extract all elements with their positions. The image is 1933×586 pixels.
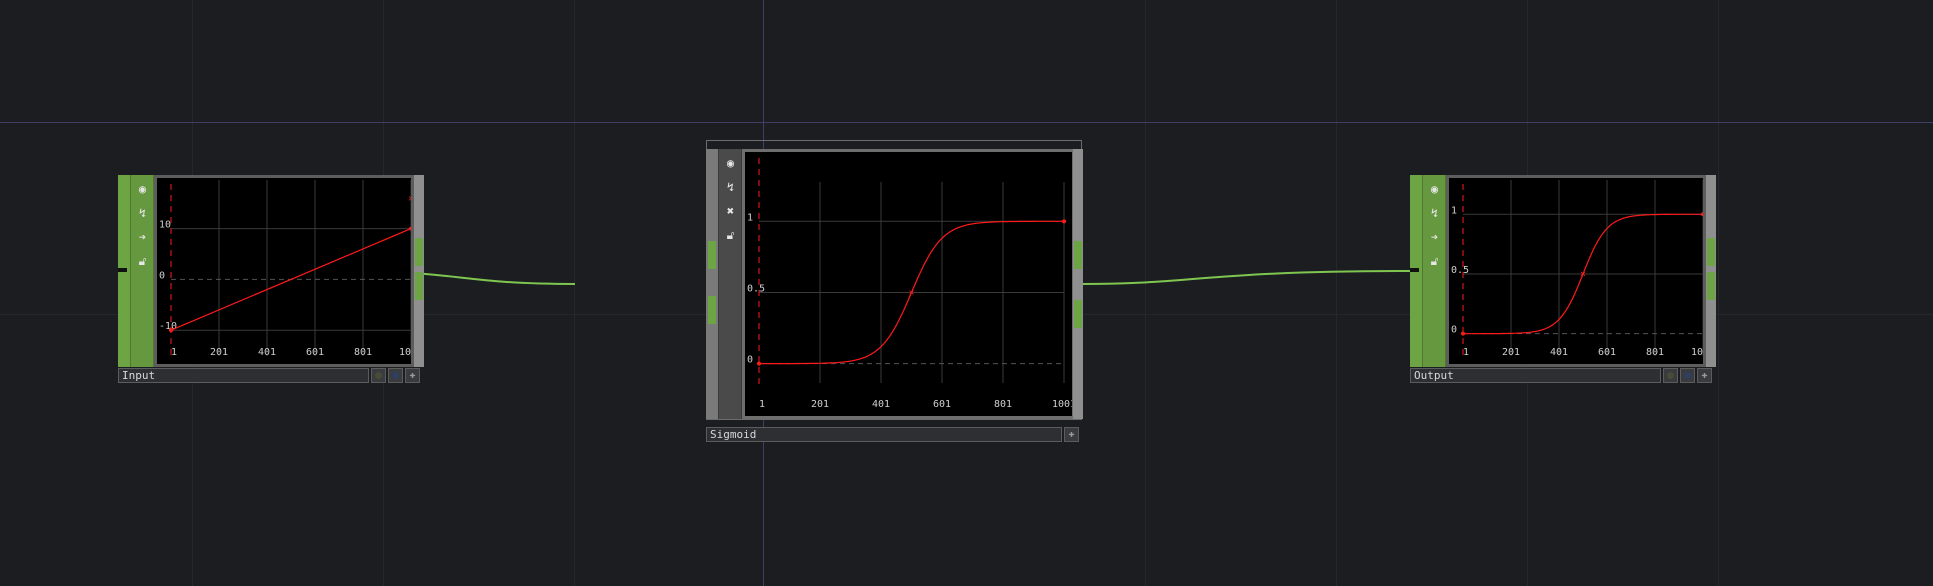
output-port[interactable] xyxy=(1074,241,1082,269)
node-name-field[interactable]: Output xyxy=(1410,368,1661,383)
node-toolbar: ◉ ↯ ➔ 🔓︎ xyxy=(1422,175,1446,367)
x-tick-label: 601 xyxy=(933,399,951,410)
x-tick-label: 1 xyxy=(1463,347,1469,358)
display-flag-icon[interactable] xyxy=(371,368,386,383)
y-tick-label: -10 xyxy=(159,321,177,332)
viewer-toggle-icon[interactable]: ◉ xyxy=(722,154,739,171)
lock-icon[interactable]: 🔓︎ xyxy=(134,252,151,269)
output-connector-strip[interactable] xyxy=(1706,175,1716,367)
x-tick-label: 801 xyxy=(354,347,372,358)
x-tick-label: 1001 xyxy=(1691,347,1703,358)
series-endpoint xyxy=(757,361,761,366)
display-flag-icon[interactable] xyxy=(1663,368,1678,383)
x-tick-label: 201 xyxy=(1502,347,1520,358)
chart-viewer[interactable]: 1 201 401 601 801 1001 10 0 -10 × xyxy=(154,175,414,367)
export-arrow-icon[interactable]: ➔ xyxy=(1426,228,1443,245)
x-tick-label: 201 xyxy=(210,347,228,358)
node-toolbar: ◉ ↯ ➔ 🔓︎ xyxy=(130,175,154,367)
grid-line xyxy=(1718,0,1719,586)
series-endpoint xyxy=(409,226,411,231)
input-port[interactable] xyxy=(708,296,716,324)
node-input[interactable]: ◉ ↯ ➔ 🔓︎ 12014016018011001100-10× Input … xyxy=(118,175,425,387)
grid-line xyxy=(1145,0,1146,586)
x-tick-label: 401 xyxy=(258,347,276,358)
y-tick-label: 0.5 xyxy=(747,283,765,294)
input-port[interactable] xyxy=(708,241,716,269)
x-tick-label: 201 xyxy=(811,399,829,410)
center-marker: × xyxy=(909,287,915,298)
render-flag-icon[interactable] xyxy=(388,368,403,383)
x-tick-label: 801 xyxy=(994,399,1012,410)
output-connector-strip[interactable] xyxy=(414,175,424,367)
grid-line xyxy=(574,0,575,586)
y-tick-label: 10 xyxy=(159,220,171,231)
wire-sigmoid-to-output[interactable] xyxy=(1081,270,1414,285)
x-tick-label: 1001 xyxy=(399,347,411,358)
output-port[interactable] xyxy=(415,238,423,266)
export-arrow-icon[interactable]: ➔ xyxy=(134,228,151,245)
grid-line xyxy=(1336,0,1337,586)
output-port[interactable] xyxy=(1074,300,1082,328)
output-port[interactable] xyxy=(1707,272,1715,300)
lock-icon[interactable]: 🔓︎ xyxy=(722,226,739,243)
bypass-icon[interactable]: ↯ xyxy=(1426,204,1443,221)
x-tick-label: 601 xyxy=(1598,347,1616,358)
chart-plot: 1 201 401 601 801 1001 10 0 -10 × xyxy=(159,180,411,358)
series-endpoint xyxy=(1461,331,1465,336)
y-tick-label: 1 xyxy=(747,212,753,223)
viewer-toggle-icon[interactable]: ◉ xyxy=(1426,180,1443,197)
x-tick-label: 601 xyxy=(306,347,324,358)
y-tick-label: 0 xyxy=(747,355,753,366)
add-icon[interactable]: ✚ xyxy=(405,368,420,383)
chart-plot: 1 201 401 601 801 1001 1 0.5 0 × xyxy=(747,158,1072,410)
y-tick-label: 0 xyxy=(159,270,165,281)
x-tick-label: 1 xyxy=(759,399,765,410)
node-sigmoid[interactable]: ◉ ↯ ✖ 🔓︎ 1 201 401 601 801 1001 1 0.5 0 × Sigmoid… xyxy=(705,140,1085,446)
series-endpoint xyxy=(1701,212,1703,217)
close-icon[interactable]: ✖ xyxy=(722,202,739,219)
bypass-icon[interactable]: ↯ xyxy=(722,178,739,195)
lock-icon[interactable]: 🔓︎ xyxy=(1426,252,1443,269)
node-name-field[interactable]: Sigmoid xyxy=(706,427,1062,442)
y-tick-label: 0 xyxy=(1451,325,1457,336)
x-tick-label: 801 xyxy=(1646,347,1664,358)
chart-viewer[interactable]: 1 201 401 601 801 1001 1 0.5 0 × xyxy=(742,149,1075,419)
x-tick-label: 401 xyxy=(872,399,890,410)
output-connector-strip[interactable] xyxy=(1073,149,1083,419)
x-tick-label: 1001 xyxy=(1052,399,1072,410)
origin-axis-horizontal xyxy=(0,122,1933,123)
output-port[interactable] xyxy=(415,272,423,300)
add-icon[interactable]: ✚ xyxy=(1697,368,1712,383)
node-name-field[interactable]: Input xyxy=(118,368,369,383)
add-icon[interactable]: ✚ xyxy=(1064,427,1079,442)
x-tick-label: 401 xyxy=(1550,347,1568,358)
render-flag-icon[interactable] xyxy=(1680,368,1695,383)
center-marker: × xyxy=(1580,269,1586,280)
viewer-toggle-icon[interactable]: ◉ xyxy=(134,180,151,197)
y-tick-label: 1 xyxy=(1451,205,1457,216)
bypass-icon[interactable]: ↯ xyxy=(134,204,151,221)
series-endpoint xyxy=(169,328,173,333)
output-port[interactable] xyxy=(1707,238,1715,266)
center-marker: × xyxy=(408,194,411,205)
series-endpoint xyxy=(1062,219,1066,224)
node-toolbar: ◉ ↯ ✖ 🔓︎ xyxy=(718,149,742,419)
x-tick-label: 1 xyxy=(171,347,177,358)
chart-viewer[interactable]: 1 201 401 601 801 1001 1 0.5 0 × xyxy=(1446,175,1706,367)
y-tick-label: 0.5 xyxy=(1451,265,1469,276)
node-output[interactable]: ◉ ↯ ➔ 🔓︎ 1201401601801100110.50× Output … xyxy=(1410,175,1717,387)
chart-plot: 1 201 401 601 801 1001 1 0.5 0 × xyxy=(1451,180,1703,358)
